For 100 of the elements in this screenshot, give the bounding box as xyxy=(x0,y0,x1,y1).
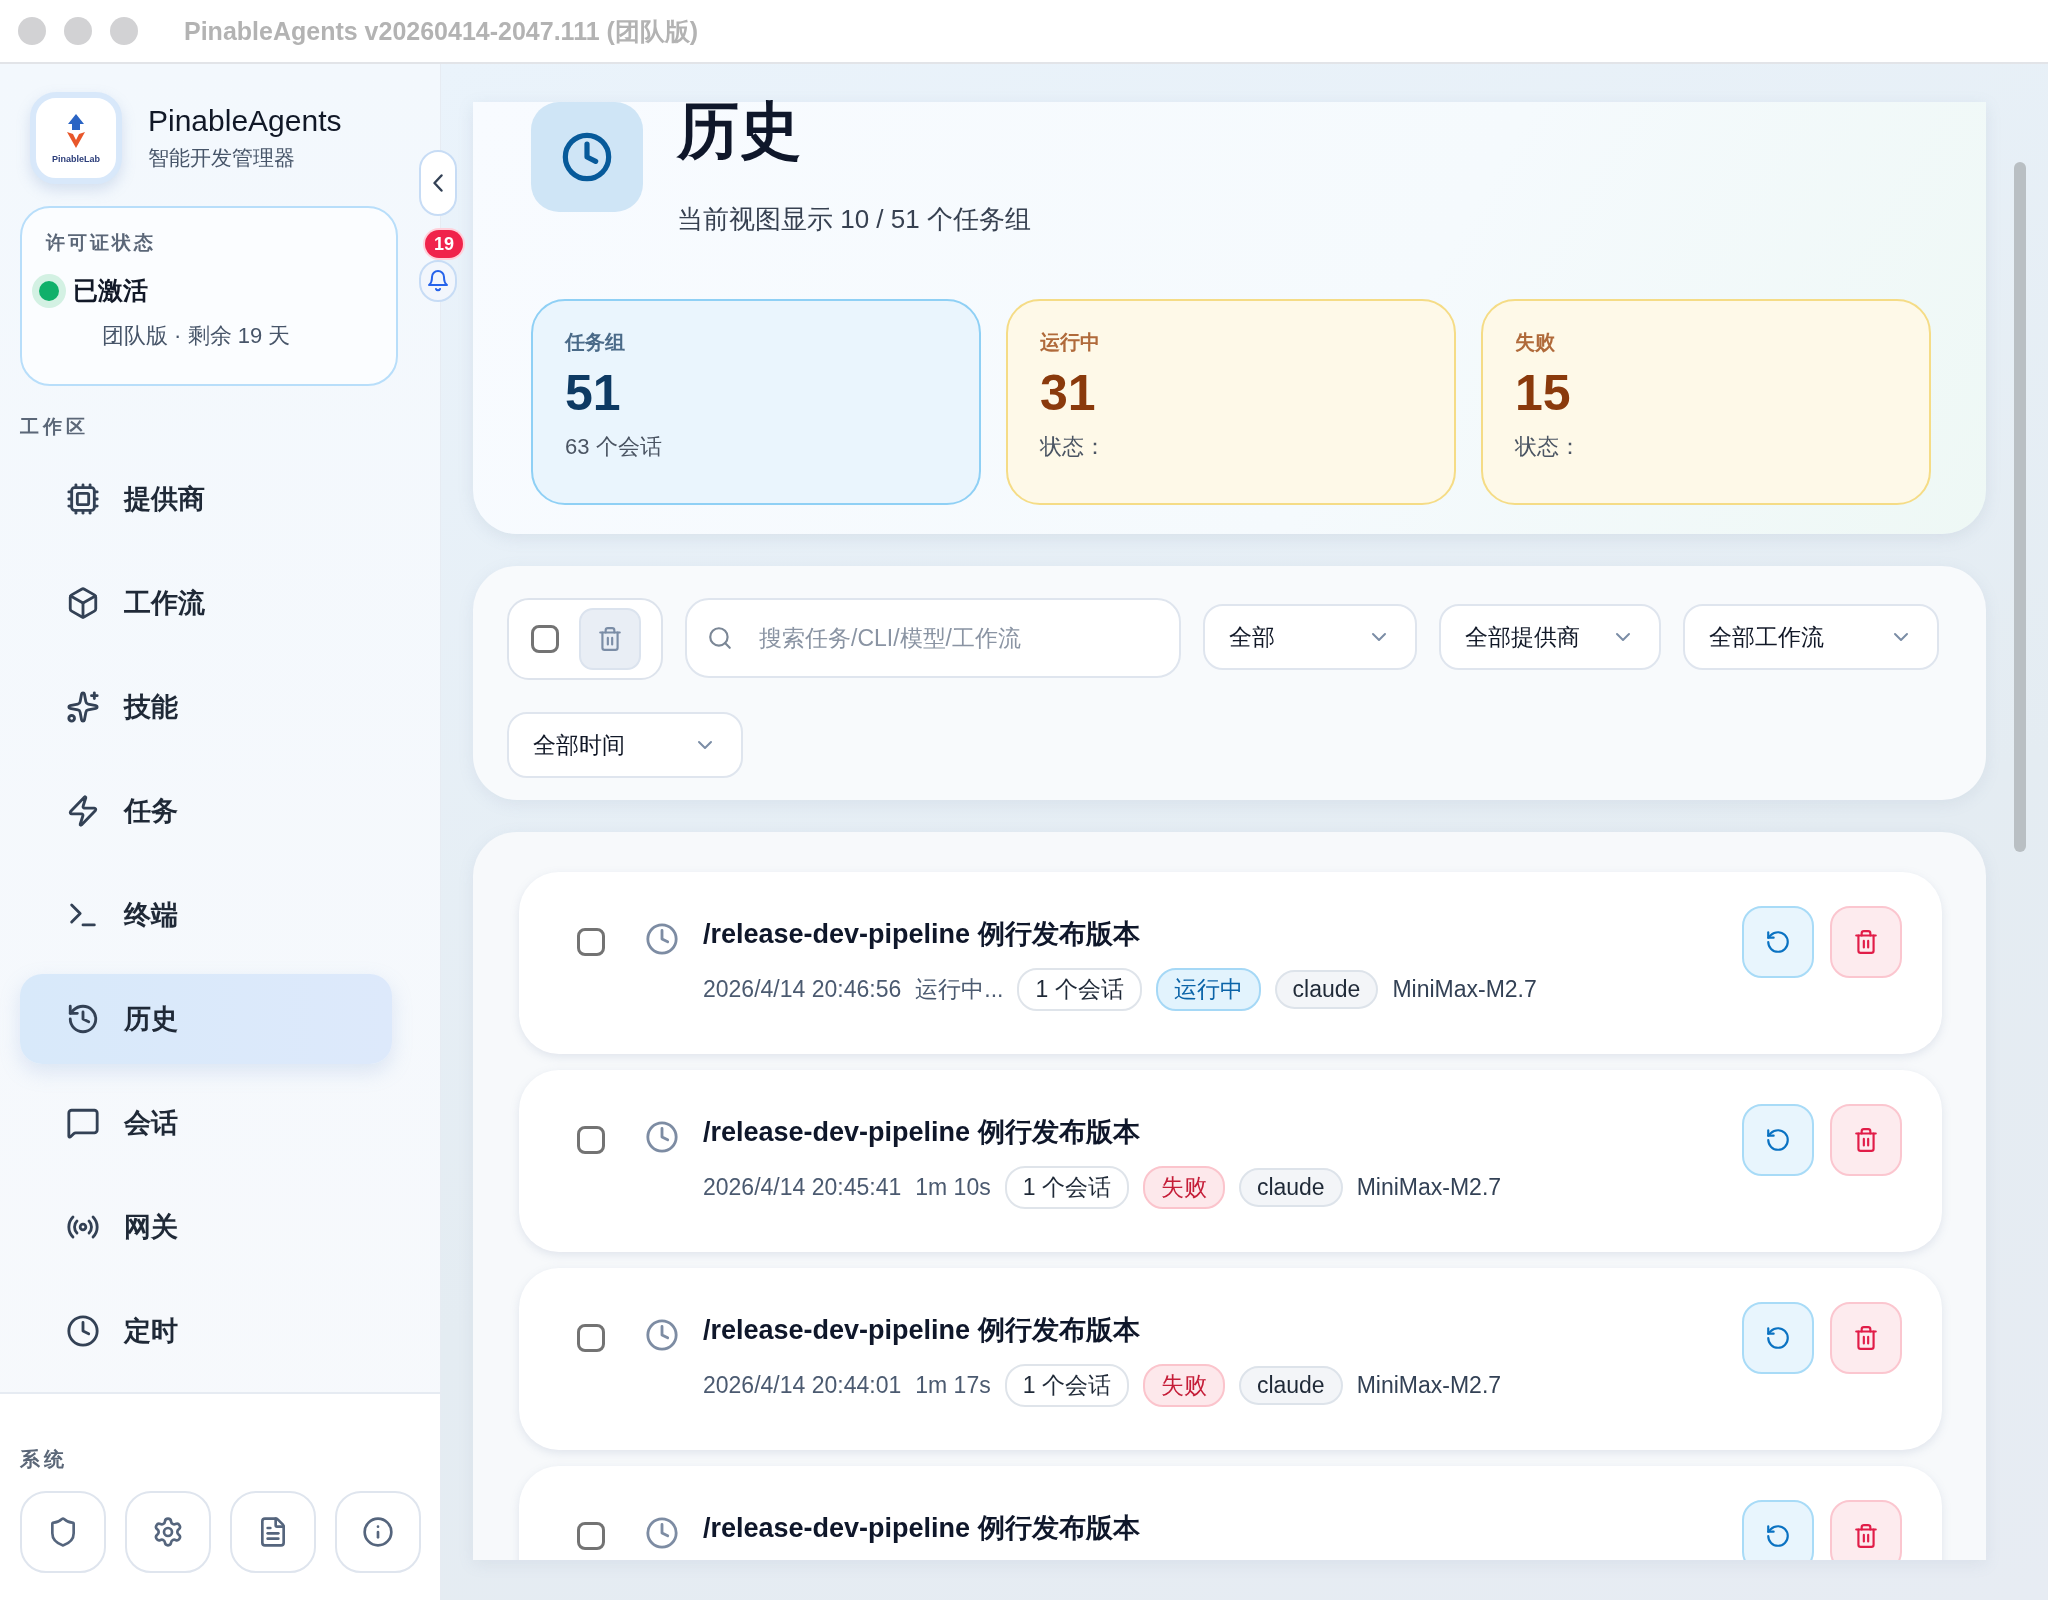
task-row[interactable]: /release-dev-pipeline 例行发布版本 2026/4/14 20:44:01 1m 17s 1 个会话 失败 claude MiniMax-M2.7 xyxy=(519,1268,1942,1450)
rotate-icon xyxy=(1765,1325,1791,1351)
row-checkbox[interactable] xyxy=(577,1522,605,1550)
session-count-tag: 1 个会话 xyxy=(1004,1364,1129,1407)
notification-badge: 19 xyxy=(425,230,463,258)
window-title: PinableAgents v20260414-2047.111 (团队版) xyxy=(184,15,699,47)
bell-icon xyxy=(428,269,448,293)
stat-caption: 状态： xyxy=(1040,433,1107,461)
nav-item[interactable]: 提供商 xyxy=(20,454,392,544)
license-detail: 团队版 · 剩余 19 天 xyxy=(102,322,292,350)
task-row[interactable]: /release-dev-pipeline 例行发布版本 2026/4/14 20:45:41 1m 10s 1 个会话 失败 claude MiniMax-M2.7 xyxy=(519,1070,1942,1252)
license-status: 已激活 xyxy=(73,275,148,306)
rerun-button[interactable] xyxy=(1742,906,1814,978)
task-duration: 运行中... xyxy=(915,975,1004,1004)
select-all-checkbox[interactable] xyxy=(531,625,559,653)
document-button[interactable] xyxy=(230,1491,316,1573)
page-subtitle: 当前视图显示 10 / 51 个任务组 xyxy=(677,203,1031,236)
history-icon xyxy=(66,1002,100,1036)
nav-item[interactable]: 会话 xyxy=(20,1078,392,1168)
nav-item[interactable]: 定时 xyxy=(20,1286,392,1376)
rotate-icon xyxy=(1765,1127,1791,1153)
delete-button[interactable] xyxy=(579,608,641,670)
info-button[interactable] xyxy=(335,1491,421,1573)
nav-item[interactable]: 任务 xyxy=(20,766,392,856)
nav-item[interactable]: 工作流 xyxy=(20,558,392,648)
task-time: 2026/4/14 20:46:56 xyxy=(703,976,902,1003)
session-count-tag: 1 个会话 xyxy=(1004,1166,1129,1209)
sparkles-icon xyxy=(66,690,100,724)
trash-icon xyxy=(597,626,623,652)
stat-value: 15 xyxy=(1515,364,1572,422)
stat-label: 失败 xyxy=(1515,330,1556,355)
delete-button[interactable] xyxy=(1830,1104,1902,1176)
row-checkbox[interactable] xyxy=(577,1126,605,1154)
nav-item[interactable]: 技能 xyxy=(20,662,392,752)
cli-tag: claude xyxy=(1274,970,1379,1009)
stat-label: 运行中 xyxy=(1040,330,1101,355)
cli-tag: claude xyxy=(1238,1168,1343,1207)
cli-tag: claude xyxy=(1238,1366,1343,1405)
stat-label: 任务组 xyxy=(565,330,626,355)
task-title: /release-dev-pipeline 例行发布版本 xyxy=(703,1116,1141,1149)
task-row[interactable]: /release-dev-pipeline 例行发布版本 2026/4/14 20:46:56 运行中... 1 个会话 运行中 claude MiniMax-M2.7 xyxy=(519,872,1942,1054)
rerun-button[interactable] xyxy=(1742,1302,1814,1374)
rerun-button[interactable] xyxy=(1742,1104,1814,1176)
filter-dropdown[interactable]: 全部 xyxy=(1203,604,1417,670)
task-time: 2026/4/14 20:45:41 xyxy=(703,1174,902,1201)
model-name: MiniMax-M2.7 xyxy=(1356,1372,1502,1399)
trash-icon xyxy=(1853,1127,1879,1153)
filter-dropdown[interactable]: 全部提供商 xyxy=(1439,604,1661,670)
session-count-tag: 1 个会话 xyxy=(1017,968,1142,1011)
info-icon xyxy=(362,1516,394,1548)
delete-button[interactable] xyxy=(1830,1500,1902,1560)
nav-item[interactable]: 网关 xyxy=(20,1182,392,1272)
rotate-icon xyxy=(1765,1523,1791,1549)
rotate-icon xyxy=(1765,929,1791,955)
nav-item[interactable]: 历史 xyxy=(20,974,392,1064)
page-title: 历史 xyxy=(677,100,802,162)
task-title: /release-dev-pipeline 例行发布版本 xyxy=(703,918,1141,951)
rerun-button[interactable] xyxy=(1742,1500,1814,1560)
delete-button[interactable] xyxy=(1830,906,1902,978)
app-logo: PinableLab xyxy=(30,92,122,184)
settings-icon xyxy=(152,1516,184,1548)
scrollbar[interactable] xyxy=(2014,162,2026,852)
lightning-icon xyxy=(66,794,100,828)
stat-caption: 63 个会话 xyxy=(565,433,663,461)
cube-icon xyxy=(66,586,100,620)
task-title: /release-dev-pipeline 例行发布版本 xyxy=(703,1512,1141,1545)
clock-icon xyxy=(66,1314,100,1348)
row-checkbox[interactable] xyxy=(577,928,605,956)
settings-button[interactable] xyxy=(125,1491,211,1573)
shield-button[interactable] xyxy=(20,1491,106,1573)
clock-icon xyxy=(531,102,643,212)
filter-dropdown[interactable]: 全部工作流 xyxy=(1683,604,1939,670)
chat-icon xyxy=(66,1106,100,1140)
trash-icon xyxy=(1853,929,1879,955)
task-duration: 1m 17s xyxy=(915,1372,991,1399)
collapse-button[interactable] xyxy=(419,150,457,216)
chip-icon xyxy=(66,482,100,516)
chevron-left-icon xyxy=(433,174,443,192)
model-name: MiniMax-M2.7 xyxy=(1392,976,1537,1003)
task-duration: 1m 10s xyxy=(915,1174,991,1201)
trash-icon xyxy=(1853,1523,1879,1549)
status-tag: 运行中 xyxy=(1155,968,1261,1011)
search-field[interactable]: 搜索任务/CLI/模型/工作流 xyxy=(685,598,1181,678)
model-name: MiniMax-M2.7 xyxy=(1356,1174,1502,1201)
stat-value: 51 xyxy=(565,364,622,422)
status-tag: 失败 xyxy=(1142,1166,1225,1209)
task-row[interactable]: /release-dev-pipeline 例行发布版本 xyxy=(519,1466,1942,1560)
app-subtitle: 智能开发管理器 xyxy=(148,145,296,171)
stat-value: 31 xyxy=(1040,364,1097,422)
nav-item[interactable]: 终端 xyxy=(20,870,392,960)
section-label: 系统 xyxy=(20,1447,69,1472)
task-title: /release-dev-pipeline 例行发布版本 xyxy=(703,1314,1141,1347)
stat-caption: 状态： xyxy=(1515,433,1582,461)
status-tag: 失败 xyxy=(1142,1364,1225,1407)
filter-dropdown[interactable]: 全部时间 xyxy=(507,712,743,778)
search-icon xyxy=(707,625,733,651)
task-time: 2026/4/14 20:44:01 xyxy=(703,1372,902,1399)
row-checkbox[interactable] xyxy=(577,1324,605,1352)
trash-icon xyxy=(1853,1325,1879,1351)
delete-button[interactable] xyxy=(1830,1302,1902,1374)
